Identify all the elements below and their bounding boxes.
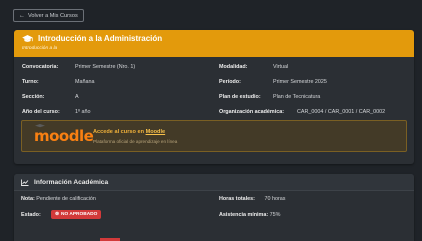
course-details: Convocatoria: Primer Semestre (Nro. 1) M… xyxy=(22,64,406,124)
note-value: Pendiente de calificación xyxy=(36,196,96,202)
academic-title: Información Académica xyxy=(34,178,109,186)
detail-value: 1º año xyxy=(75,109,91,115)
detail-row: Convocatoria: Primer Semestre (Nro. 1) M… xyxy=(22,64,406,79)
moodle-access-prefix: Accede al curso en xyxy=(93,129,144,135)
status-row: Estado: ⊗ NO APROBADO xyxy=(21,210,102,219)
detail-value: Primer Semestre (Nro. 1) xyxy=(75,64,136,70)
course-card: Introducción a la Administración Introdu… xyxy=(14,30,414,164)
hours-row: Horas totales: 70 horas xyxy=(219,196,285,202)
detail-label: Período: xyxy=(219,79,241,85)
status-label: Estado: xyxy=(21,212,41,218)
detail-value: Mañana xyxy=(75,79,95,85)
graduation-cap-icon xyxy=(22,34,33,42)
status-badge-text: NO APROBADO xyxy=(61,212,98,217)
attendance-label: Asistencia mínima: xyxy=(219,212,269,218)
hours-value: 70 horas xyxy=(264,196,286,202)
detail-row: Sección: A Plan de estudio: Plan de Tecn… xyxy=(22,94,406,109)
arrow-left-icon: ← xyxy=(19,12,25,19)
note-row: Nota: Pendiente de calificación xyxy=(21,196,96,202)
detail-label: Año del curso: xyxy=(22,109,60,115)
back-to-courses-button[interactable]: ← Volver a Mis Cursos xyxy=(13,9,84,22)
attendance-row: Asistencia mínima: 75% xyxy=(219,212,280,218)
moodle-cap-icon xyxy=(35,124,45,128)
moodle-logo-text: moodle xyxy=(34,127,94,145)
moodle-description: Plataforma oficial de aprendizaje en lín… xyxy=(93,139,178,144)
hours-label: Horas totales: xyxy=(219,196,255,202)
detail-value: A xyxy=(75,94,79,100)
academic-info-card: Información Académica Nota: Pendiente de… xyxy=(14,174,414,241)
detail-label: Sección: xyxy=(22,94,45,100)
detail-label: Convocatoria: xyxy=(22,64,59,70)
line-chart-icon xyxy=(21,179,29,186)
detail-label: Organización académica: xyxy=(219,109,285,115)
back-button-label: Volver a Mis Cursos xyxy=(28,12,78,19)
detail-value: Virtual xyxy=(273,64,289,70)
detail-value: CAR_0004 / CAR_0001 / CAR_0002 xyxy=(297,109,386,115)
moodle-link[interactable]: Moodle xyxy=(146,129,166,135)
detail-row: Turno: Mañana Período: Primer Semestre 2… xyxy=(22,79,406,94)
course-subtitle: Introducción a la xyxy=(22,46,58,51)
detail-value: Plan de Tecnicatura xyxy=(273,94,321,100)
status-badge: ⊗ NO APROBADO xyxy=(51,210,102,219)
x-circle-icon: ⊗ xyxy=(55,212,60,217)
detail-label: Turno: xyxy=(22,79,39,85)
course-header: Introducción a la Administración Introdu… xyxy=(14,30,414,57)
academic-header: Información Académica xyxy=(14,174,414,191)
page: ← Volver a Mis Cursos Introducción a la … xyxy=(0,0,422,241)
note-label: Nota: xyxy=(21,196,35,202)
moodle-access-text: Accede al curso en Moodle xyxy=(93,129,165,135)
course-title: Introducción a la Administración xyxy=(38,34,163,43)
detail-value: Primer Semestre 2025 xyxy=(273,79,327,85)
detail-label: Modalidad: xyxy=(219,64,248,70)
attendance-value: 75% xyxy=(269,212,281,218)
detail-label: Plan de estudio: xyxy=(219,94,261,100)
moodle-logo: moodle xyxy=(34,124,94,145)
moodle-access-box[interactable]: moodle Accede al curso en Moodle Platafo… xyxy=(21,120,407,152)
